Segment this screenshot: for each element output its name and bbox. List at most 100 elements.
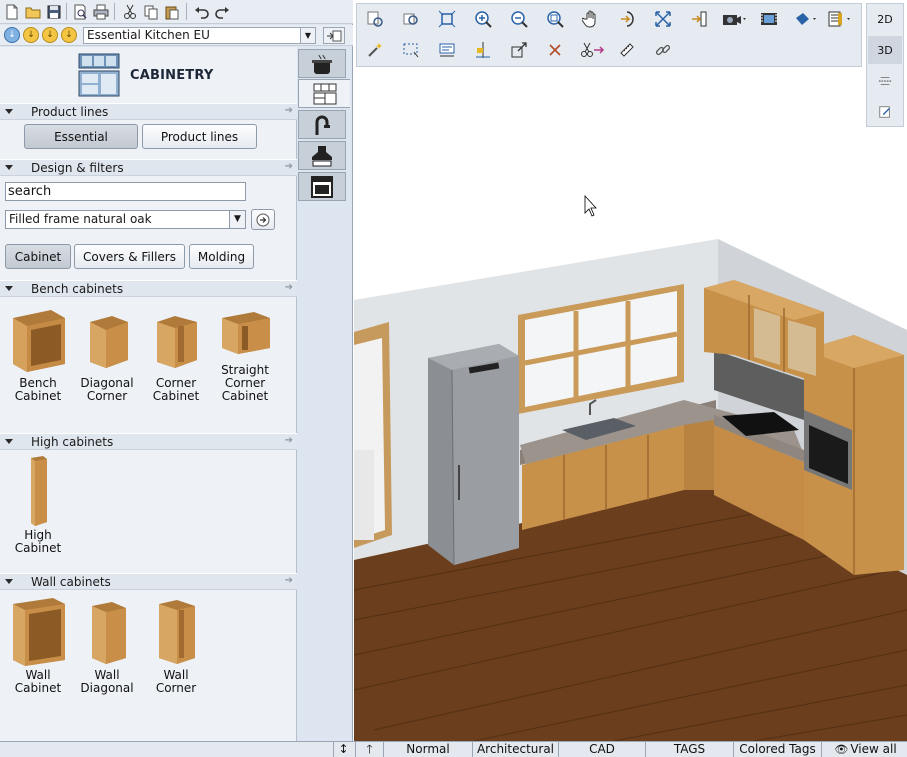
text-edit-icon[interactable] <box>436 39 458 61</box>
zoom-out-icon[interactable] <box>508 8 530 30</box>
status-view-all-tab[interactable]: 👁 View all <box>821 742 907 757</box>
item-bench-cabinet[interactable]: Bench Cabinet <box>3 304 73 403</box>
zoom-extents-icon[interactable] <box>364 8 386 30</box>
catalog-content: CABINETRY Product lines ➔ Essential Prod… <box>0 47 297 741</box>
camera-menu-icon[interactable] <box>720 8 750 30</box>
orbit-icon[interactable] <box>616 8 638 30</box>
scale-icon[interactable] <box>508 39 530 61</box>
new-file-icon[interactable] <box>2 2 21 21</box>
main-toolbar <box>0 0 353 24</box>
paste-icon[interactable] <box>162 2 181 21</box>
cut-icon[interactable] <box>120 2 139 21</box>
dock-panel-icon[interactable] <box>323 27 345 44</box>
3d-viewport[interactable] <box>354 70 907 741</box>
collapse-triangle-icon[interactable] <box>5 439 13 444</box>
tab-faucets[interactable] <box>298 110 346 139</box>
collapse-triangle-icon[interactable] <box>5 165 13 170</box>
arrow-down-icon[interactable]: ↓ <box>42 27 58 43</box>
arrow-down-icon[interactable]: ↓ <box>23 27 39 43</box>
save-icon[interactable] <box>44 2 63 21</box>
undo-icon[interactable] <box>192 2 211 21</box>
item-diagonal-corner[interactable]: Diagonal Corner <box>72 304 142 403</box>
cut-move-icon[interactable] <box>578 39 608 61</box>
product-lines-button[interactable]: Product lines <box>142 124 257 149</box>
view-all-label: View all <box>850 742 897 756</box>
render-film-icon[interactable] <box>758 8 780 30</box>
resize-vertical-icon[interactable]: ↕ <box>333 742 353 757</box>
material-menu-icon[interactable] <box>792 8 822 30</box>
zoom-selection-icon[interactable] <box>400 8 422 30</box>
essential-button[interactable]: Essential <box>24 124 138 149</box>
measure-ruler-icon[interactable] <box>616 39 638 61</box>
item-label: Cabinet <box>14 681 62 695</box>
item-wall-corner[interactable]: Wall Corner <box>141 596 211 695</box>
magic-wand-icon[interactable] <box>364 39 386 61</box>
status-colored-tags-tab[interactable]: Colored Tags <box>733 742 821 757</box>
item-corner-cabinet[interactable]: Corner Cabinet <box>141 304 211 403</box>
fullscreen-icon[interactable] <box>652 8 674 30</box>
walk-through-icon[interactable] <box>688 8 710 30</box>
mode-2d-button[interactable]: 2D <box>868 5 902 33</box>
zoom-window-icon[interactable] <box>544 8 566 30</box>
wall-corner-thumbnail <box>159 600 195 664</box>
collapse-triangle-icon[interactable] <box>5 109 13 114</box>
type-molding-button[interactable]: Molding <box>189 244 254 269</box>
expand-arrow-icon[interactable]: ➔ <box>285 105 293 116</box>
delete-icon[interactable] <box>544 39 566 61</box>
item-label: Corner <box>86 389 128 403</box>
arrow-down-icon[interactable]: ↓ <box>4 27 20 43</box>
expand-arrow-icon[interactable]: ➔ <box>285 282 293 293</box>
arrow-up-icon[interactable]: 🡑 <box>355 742 383 757</box>
mode-3d-button[interactable]: 3D <box>868 36 902 64</box>
status-cad-tab[interactable]: CAD <box>558 742 645 757</box>
expand-arrow-icon[interactable]: ➔ <box>285 575 293 586</box>
tab-appliances[interactable] <box>298 141 346 170</box>
section-high-cabinets[interactable]: High cabinets ➔ <box>0 433 297 450</box>
faucet-icon <box>315 115 330 135</box>
item-high-cabinet[interactable]: High Cabinet <box>3 456 73 555</box>
status-normal-tab[interactable]: Normal <box>383 742 472 757</box>
expand-arrow-icon[interactable]: ➔ <box>285 435 293 446</box>
tab-cabinetry[interactable] <box>298 79 350 108</box>
tab-cookware[interactable] <box>298 49 346 78</box>
pot-icon <box>312 54 332 74</box>
section-design-filters[interactable]: Design & filters ➔ <box>0 159 297 176</box>
item-straight-corner-cabinet[interactable]: Straight Corner Cabinet <box>210 304 280 403</box>
align-icon[interactable] <box>472 39 494 61</box>
status-tags-tab[interactable]: TAGS <box>645 742 733 757</box>
item-wall-cabinet[interactable]: Wall Cabinet <box>3 596 73 695</box>
fit-view-icon[interactable] <box>436 8 458 30</box>
type-covers-fillers-button[interactable]: Covers & Fillers <box>74 244 185 269</box>
open-folder-icon[interactable] <box>23 2 42 21</box>
item-label: Diagonal <box>80 681 134 695</box>
section-product-lines[interactable]: Product lines ➔ <box>0 103 297 120</box>
catalog-select[interactable]: Essential Kitchen EU ▼ <box>83 27 316 44</box>
tab-ovens[interactable] <box>298 172 346 201</box>
section-wall-cabinets[interactable]: Wall cabinets ➔ <box>0 573 297 590</box>
copy-icon[interactable] <box>141 2 160 21</box>
print-icon[interactable] <box>91 2 110 21</box>
chevron-down-icon[interactable]: ▼ <box>229 211 245 228</box>
redo-icon[interactable] <box>212 2 231 21</box>
item-wall-diagonal[interactable]: Wall Diagonal <box>72 596 142 695</box>
print-preview-icon[interactable] <box>70 2 89 21</box>
link-icon[interactable] <box>652 39 674 61</box>
collapse-triangle-icon[interactable] <box>5 579 13 584</box>
style-select[interactable]: Filled frame natural oak ▼ <box>5 210 246 229</box>
apply-filter-button[interactable] <box>251 209 275 230</box>
zoom-in-icon[interactable] <box>472 8 494 30</box>
collapse-triangle-icon[interactable] <box>5 286 13 291</box>
item-label: Bench <box>19 376 57 390</box>
status-architectural-tab[interactable]: Architectural <box>472 742 558 757</box>
chevron-down-icon[interactable]: ▼ <box>300 28 315 43</box>
search-input[interactable]: search <box>5 182 246 201</box>
select-area-icon[interactable] <box>400 39 422 61</box>
pan-hand-icon[interactable] <box>580 8 602 30</box>
item-label: Wall <box>94 668 120 682</box>
section-bench-cabinets[interactable]: Bench cabinets ➔ <box>0 280 297 297</box>
expand-arrow-icon[interactable]: ➔ <box>285 161 293 172</box>
layers-menu-icon[interactable] <box>826 8 856 30</box>
arrow-down-icon[interactable]: ↓ <box>61 27 77 43</box>
wall-diagonal-thumbnail <box>92 602 126 664</box>
type-cabinet-button[interactable]: Cabinet <box>5 244 71 269</box>
